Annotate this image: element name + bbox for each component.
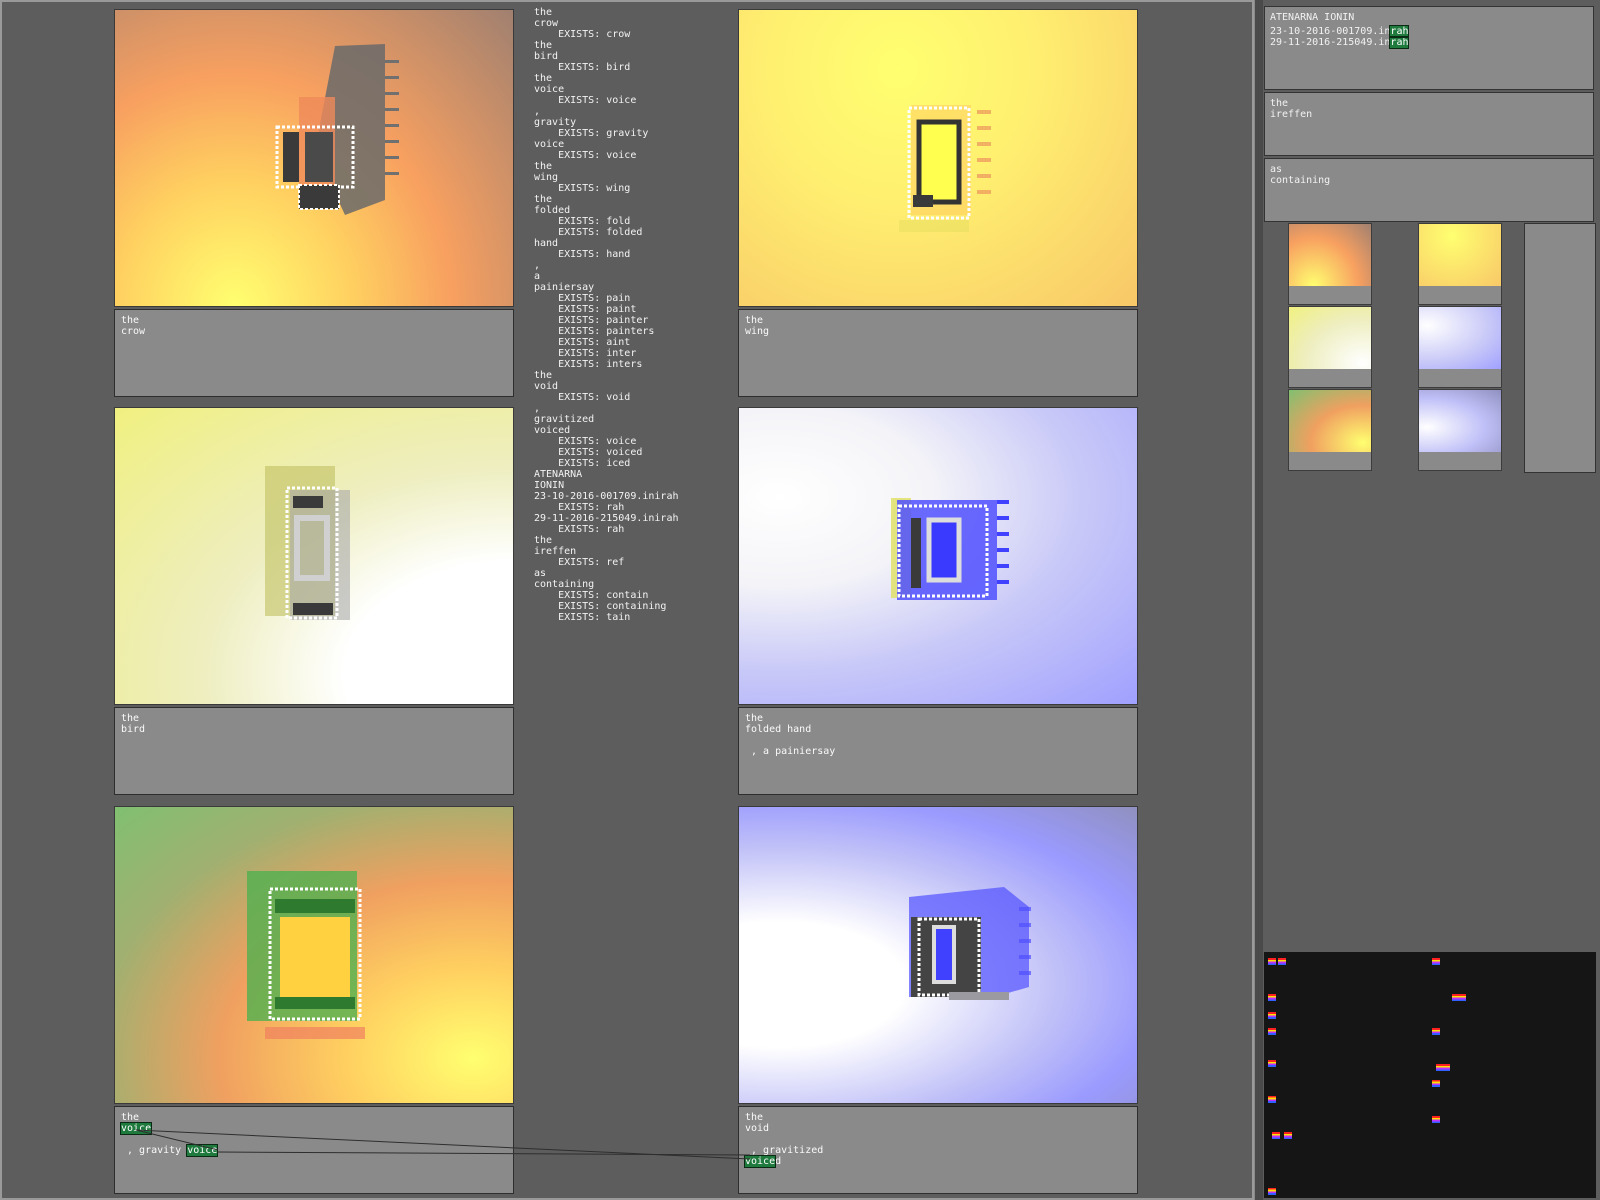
listing-line: ,	[534, 260, 541, 271]
thumbnail-crow[interactable]	[1288, 223, 1372, 305]
caption-line: containing	[1270, 175, 1331, 186]
marker	[1268, 1188, 1276, 1195]
listing-line: the	[534, 194, 553, 205]
listing-line: EXISTS: bird	[534, 62, 631, 73]
listing-line: EXISTS: void	[534, 392, 631, 403]
overview-strip[interactable]	[1264, 952, 1596, 1198]
listing-line: EXISTS: iced	[534, 458, 631, 469]
listing-line: gravitized	[534, 414, 595, 425]
highlighted-word[interactable]: rah	[1389, 36, 1410, 49]
caption-box-ireffen: the ireffen	[1264, 92, 1594, 156]
splitter[interactable]	[1254, 0, 1263, 1200]
listing-line: a	[534, 271, 541, 282]
listing-line: ,	[534, 106, 541, 117]
listing-line: ATENARNA	[534, 469, 583, 480]
listing-line: IONIN	[534, 480, 565, 491]
marker	[1278, 958, 1286, 965]
marker	[1268, 1012, 1276, 1019]
listing-line: EXISTS: inter	[534, 348, 637, 359]
listing-line: ,	[534, 403, 541, 414]
listing-line: the	[534, 7, 553, 18]
listing-line: EXISTS: gravity	[534, 128, 649, 139]
marker	[1432, 1116, 1440, 1123]
listing-line: EXISTS: containing	[534, 601, 667, 612]
marker	[1432, 958, 1440, 965]
listing-line: EXISTS: crow	[534, 29, 631, 40]
listing-line: voiced	[534, 425, 571, 436]
listing-line: the	[534, 73, 553, 84]
listing-line: bird	[534, 51, 559, 62]
listing-line: EXISTS: voiced	[534, 447, 643, 458]
marker	[1432, 1080, 1440, 1087]
listing-line: EXISTS: paint	[534, 304, 637, 315]
listing-line: folded	[534, 205, 571, 216]
caption-line: ireffen	[1270, 109, 1313, 120]
listing-line: EXISTS: painters	[534, 326, 655, 337]
listing-line: EXISTS: rah	[534, 502, 625, 513]
minimap-panel[interactable]	[1524, 223, 1596, 473]
listing-line: EXISTS: rah	[534, 524, 625, 535]
listing-line: EXISTS: voice	[534, 436, 637, 447]
listing-line: 29-11-2016-215049.inirah	[534, 513, 679, 524]
marker	[1452, 994, 1466, 1001]
thumbnail-bird[interactable]	[1288, 306, 1372, 388]
listing-line: crow	[534, 18, 559, 29]
listing-line: as	[534, 568, 547, 579]
highlighted-word[interactable]: rah	[1389, 25, 1410, 38]
file-entry[interactable]: 23-10-2016-001709.inrah	[1270, 25, 1588, 38]
listing-line: the	[534, 370, 553, 381]
file-box-title: ATENARNA IONIN	[1270, 12, 1355, 23]
listing-line: EXISTS: pain	[534, 293, 631, 304]
listing-line: EXISTS: folded	[534, 227, 643, 238]
listing-line: EXISTS: hand	[534, 249, 631, 260]
listing-line: hand	[534, 238, 559, 249]
listing-line: void	[534, 381, 559, 392]
marker	[1268, 958, 1276, 965]
listing-line: ireffen	[534, 546, 577, 557]
listing-line: EXISTS: painter	[534, 315, 649, 326]
listing-line: the	[534, 535, 553, 546]
listing-line: EXISTS: ref	[534, 557, 625, 568]
caption-line: the	[1270, 98, 1289, 109]
listing-line: EXISTS: wing	[534, 183, 631, 194]
listing-line: gravity	[534, 117, 577, 128]
marker	[1268, 1060, 1276, 1067]
thumbnail-wing[interactable]	[1418, 223, 1502, 305]
marker	[1268, 1028, 1276, 1035]
caption-box-containing: as containing	[1264, 158, 1594, 222]
marker	[1272, 1132, 1280, 1139]
listing-line: EXISTS: inters	[534, 359, 643, 370]
listing-line: EXISTS: fold	[534, 216, 631, 227]
marker	[1432, 1028, 1440, 1035]
file-entry-name: 29-11-2016-215049.in	[1270, 37, 1391, 48]
listing-line: containing	[534, 579, 595, 590]
thumbnail-folded-hand[interactable]	[1418, 306, 1502, 388]
marker	[1268, 1096, 1276, 1103]
listing-line: painiersay	[534, 282, 595, 293]
listing-line: the	[534, 40, 553, 51]
file-entry[interactable]: 29-11-2016-215049.inrah	[1270, 36, 1588, 49]
word-listing: the crow EXISTS: crow the bird EXISTS: bird…	[534, 7, 734, 623]
listing-line: voice	[534, 84, 565, 95]
file-box: ATENARNA IONIN 23-10-2016-001709.inrah 2…	[1264, 6, 1594, 90]
listing-line: EXISTS: voice	[534, 150, 637, 161]
listing-line: EXISTS: aint	[534, 337, 631, 348]
listing-line: wing	[534, 172, 559, 183]
listing-line: voice	[534, 139, 565, 150]
listing-line: the	[534, 161, 553, 172]
listing-line: EXISTS: voice	[534, 95, 637, 106]
listing-line: EXISTS: tain	[534, 612, 631, 623]
file-entry-name: 23-10-2016-001709.in	[1270, 26, 1391, 37]
caption-line: as	[1270, 164, 1283, 175]
thumbnail-void[interactable]	[1418, 389, 1502, 471]
thumbnail-voice[interactable]	[1288, 389, 1372, 471]
marker	[1268, 994, 1276, 1001]
listing-line: EXISTS: contain	[534, 590, 649, 601]
listing-line: 23-10-2016-001709.inirah	[534, 491, 679, 502]
marker	[1436, 1064, 1450, 1071]
marker	[1284, 1132, 1292, 1139]
